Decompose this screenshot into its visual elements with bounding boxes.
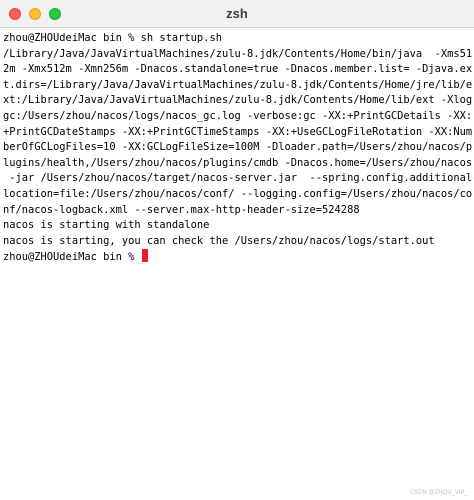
- terminal-line: -jar /Users/zhou/nacos/target/nacos-serv…: [3, 172, 474, 185]
- window-title: zsh: [226, 6, 248, 21]
- terminal-line: lugins/health,/Users/zhou/nacos/plugins/…: [3, 156, 473, 169]
- terminal-line: xt:/Library/Java/JavaVirtualMachines/zul…: [3, 94, 473, 107]
- terminal-line: location=file:/Users/zhou/nacos/conf/ --…: [3, 187, 473, 200]
- text-cursor: [141, 249, 148, 263]
- terminal-line: nacos is starting with standalone: [3, 219, 210, 232]
- terminal-line: +PrintGCDateStamps -XX:+PrintGCTimeStamp…: [3, 125, 473, 138]
- terminal-line: /Library/Java/JavaVirtualMachines/zulu-8…: [3, 47, 473, 60]
- terminal-line: t.dirs=/Library/Java/JavaVirtualMachines…: [3, 78, 473, 91]
- terminal-line: berOfGCLogFiles=10 -XX:GCLogFileSize=100…: [3, 141, 473, 154]
- title-bar: zsh: [0, 0, 474, 28]
- prompt-line[interactable]: zhou@ZHOUdeiMac bin %: [3, 249, 473, 266]
- terminal-line: zhou@ZHOUdeiMac bin % sh startup.sh: [3, 32, 222, 44]
- shell-prompt: zhou@ZHOUdeiMac bin %: [3, 251, 141, 264]
- watermark: CSDN @ZHOU_VIP_: [409, 490, 468, 496]
- terminal-window: zsh zhou@ZHOUdeiMac bin % sh startup.sh …: [0, 0, 474, 500]
- terminal-output[interactable]: zhou@ZHOUdeiMac bin % sh startup.sh /Lib…: [3, 31, 474, 266]
- terminal-line: gc:/Users/zhou/nacos/logs/nacos_gc.log -…: [3, 109, 473, 122]
- terminal-line: nacos is starting, you can check the /Us…: [3, 234, 435, 247]
- terminal-line: 2m -Xmx512m -Xmn256m -Dnacos.standalone=…: [3, 63, 473, 76]
- terminal-line: nf/nacos-logback.xml --server.max-http-h…: [3, 203, 360, 216]
